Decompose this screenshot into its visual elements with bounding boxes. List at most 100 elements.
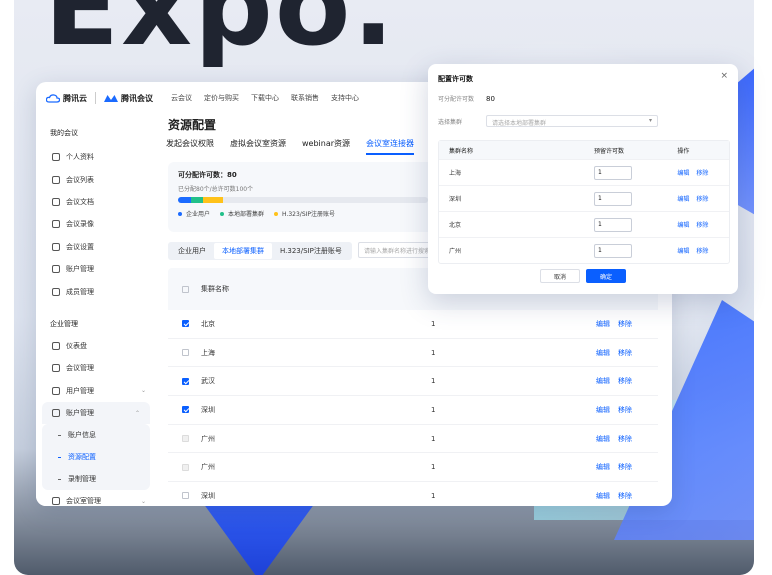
dialog-cluster-name: 上海 (449, 170, 462, 177)
remove-link[interactable]: 移除 (618, 492, 632, 500)
table-row: 深圳 1 编辑 移除 (168, 482, 658, 506)
sidebar-item[interactable]: 会议列表 (36, 168, 156, 190)
quota-input[interactable]: 1 (593, 165, 632, 180)
select-label: 选择集群 (438, 118, 463, 126)
dialog-quota-cell: 1 (593, 243, 677, 258)
settings-icon (52, 242, 60, 251)
row-actions: 编辑 移除 (596, 434, 640, 444)
select-all-checkbox[interactable] (182, 285, 189, 293)
edit-link[interactable]: 编辑 (596, 377, 610, 385)
chevron-icon: ⌃ (134, 409, 140, 417)
sidebar-item[interactable]: 个人资料 (36, 146, 156, 168)
quota-input[interactable]: 1 (593, 191, 632, 206)
row-checkbox[interactable] (182, 320, 189, 328)
edit-link[interactable]: 编辑 (596, 492, 610, 500)
sidebar-item[interactable]: 用户管理 ⌄ (36, 380, 156, 402)
cluster-count: 1 (431, 377, 436, 386)
row-checkbox[interactable] (182, 377, 189, 385)
header-cluster-name: 集群名称 (201, 285, 229, 293)
sidebar-item[interactable]: 会议录像 (36, 213, 156, 235)
topnav-item[interactable]: 下载中心 (251, 93, 279, 103)
remove-link[interactable]: 移除 (618, 463, 632, 471)
dialog-row-actions: 编辑 移除 (677, 246, 729, 255)
tab[interactable]: 发起会议权限 (166, 138, 214, 155)
topnav-item[interactable]: 云会议 (171, 93, 192, 103)
remove-link[interactable]: 移除 (618, 377, 632, 385)
close-icon[interactable]: × (720, 71, 728, 81)
headline: Expo. (44, 0, 397, 70)
cluster-count: 1 (431, 434, 436, 443)
remove-link[interactable]: 移除 (696, 248, 708, 255)
remove-link[interactable]: 移除 (696, 170, 708, 177)
topnav-item[interactable]: 定价与购买 (204, 93, 239, 103)
sidebar-item[interactable]: 会议文档 (36, 191, 156, 213)
quota-input[interactable]: 1 (593, 217, 632, 232)
sidebar-item-label: 会议文档 (66, 197, 94, 206)
edit-link[interactable]: 编辑 (596, 406, 610, 414)
table-row: 武汉 1 编辑 移除 (168, 367, 658, 397)
bullet (58, 478, 61, 480)
subtab[interactable]: 企业用户 (170, 243, 214, 259)
subtab[interactable]: 本地部署集群 (214, 243, 272, 259)
edit-link[interactable]: 编辑 (677, 248, 689, 255)
sidebar-subitem[interactable]: 资源配置 (42, 446, 150, 468)
dialog-table: 集群名称 预留许可数 操作 上海 1 编辑 移除 深圳 1 编辑 移除 北京 1 编辑 移除 广州 1 编辑… (438, 140, 730, 264)
remove-link[interactable]: 移除 (618, 349, 632, 357)
subtab-bar: 企业用户 本地部署集群 H.323/SIP注册账号 (168, 242, 352, 260)
available-value: 80 (486, 94, 495, 103)
dialog-row-actions: 编辑 移除 (677, 220, 729, 229)
sidebar-item-label: 会议室管理 (66, 497, 101, 506)
user-icon (52, 153, 60, 162)
sidebar-item[interactable]: 仪表盘 (36, 335, 156, 357)
row-checkbox[interactable] (182, 492, 189, 500)
subtab[interactable]: H.323/SIP注册账号 (272, 243, 350, 259)
sidebar-item[interactable]: 成员管理 (36, 280, 156, 302)
edit-link[interactable]: 编辑 (596, 463, 610, 471)
sidebar-subitem-label: 录制管理 (68, 475, 96, 484)
sidebar-item[interactable]: 账户管理 (36, 258, 156, 280)
sidebar-item-label: 会议列表 (66, 175, 94, 184)
cancel-button[interactable]: 取消 (540, 269, 580, 283)
sidebar-subitem[interactable]: 账户信息 (42, 424, 150, 446)
remove-link[interactable]: 移除 (696, 196, 708, 203)
sidebar-item-room-manage[interactable]: 会议室管理 ⌄ (36, 490, 156, 506)
cluster-select[interactable]: 请选择本地部署集群 ▾ (486, 115, 658, 127)
remove-link[interactable]: 移除 (618, 320, 632, 328)
cluster-name: 广州 (201, 463, 215, 472)
cluster-count: 1 (431, 319, 436, 328)
remove-link[interactable]: 移除 (618, 435, 632, 443)
tab[interactable]: 虚拟会议室资源 (230, 138, 286, 155)
tab[interactable]: 会议室连接器 (366, 138, 415, 155)
sidebar-section-my-meeting: 我的会议 (50, 129, 78, 137)
row-actions: 编辑 移除 (596, 319, 640, 329)
tab[interactable]: webinar资源 (302, 138, 350, 155)
row-checkbox[interactable] (182, 406, 189, 414)
topnav-item[interactable]: 联系销售 (291, 93, 319, 103)
edit-link[interactable]: 编辑 (677, 170, 689, 177)
remove-link[interactable]: 移除 (696, 222, 708, 229)
tencent-meeting-logo[interactable]: 腾讯会议 (104, 93, 153, 104)
edit-link[interactable]: 编辑 (596, 349, 610, 357)
sidebar-item[interactable]: 账户管理 ⌃ (42, 401, 150, 425)
chevron-down-icon: ⌄ (140, 497, 146, 505)
sidebar-item[interactable]: 会议管理 (36, 357, 156, 379)
row-actions: 编辑 移除 (596, 405, 640, 415)
row-actions: 编辑 移除 (596, 348, 640, 358)
cluster-count: 1 (431, 491, 436, 500)
edit-link[interactable]: 编辑 (677, 196, 689, 203)
edit-link[interactable]: 编辑 (677, 222, 689, 229)
sidebar-subitem[interactable]: 录制管理 (42, 468, 150, 490)
sidebar-item[interactable]: 会议设置 (36, 236, 156, 258)
remove-link[interactable]: 移除 (618, 406, 632, 414)
row-checkbox[interactable] (182, 349, 189, 357)
edit-link[interactable]: 编辑 (596, 435, 610, 443)
dialog-row: 深圳 1 编辑 移除 (439, 185, 729, 211)
topnav-item[interactable]: 支持中心 (331, 93, 359, 103)
search-input[interactable]: 请输入集群名称进行搜索 (358, 242, 438, 258)
quota-input[interactable]: 1 (593, 243, 632, 258)
page-title: 资源配置 (168, 118, 217, 132)
confirm-button[interactable]: 确定 (586, 269, 626, 283)
sidebar-subitem-label: 账户信息 (68, 431, 96, 440)
edit-link[interactable]: 编辑 (596, 320, 610, 328)
tencent-cloud-logo[interactable]: 腾讯云 (46, 93, 87, 104)
